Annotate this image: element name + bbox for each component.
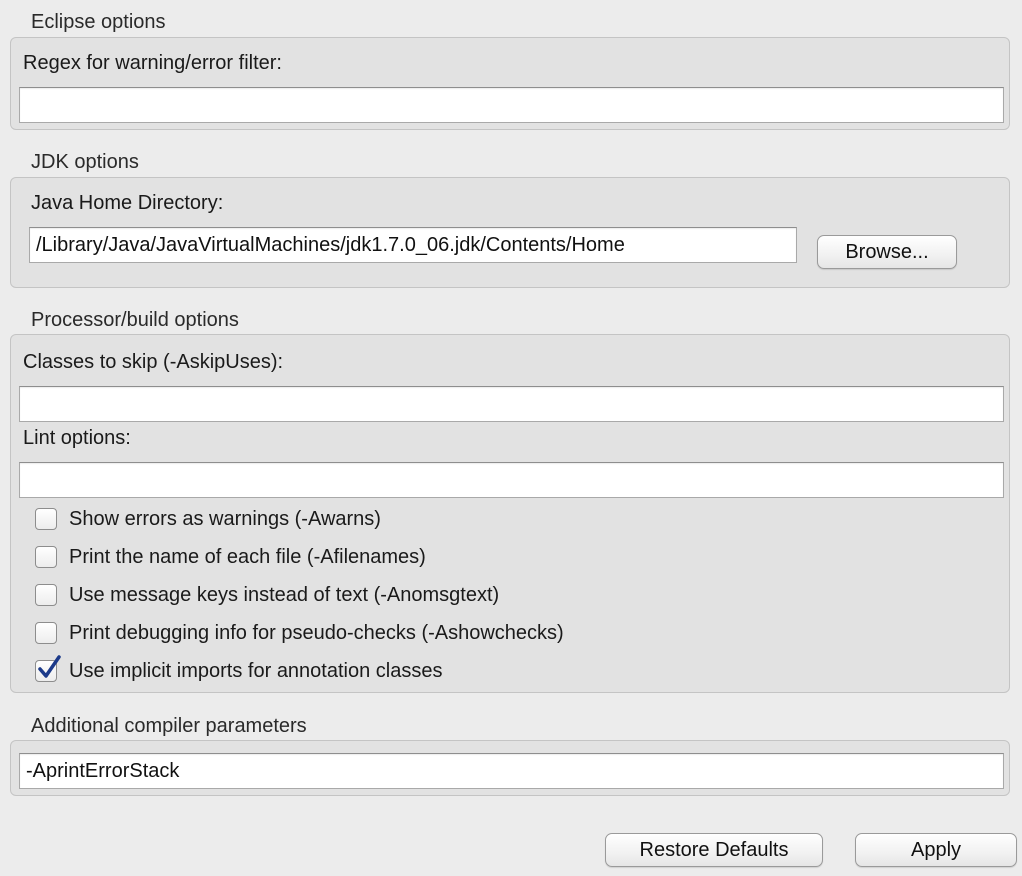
lint-options-input[interactable] [19,462,1004,498]
checkbox-afilenames[interactable] [35,546,57,568]
java-home-label: Java Home Directory: [31,192,224,214]
regex-filter-label: Regex for warning/error filter: [23,52,282,74]
checkbox-anomsgtext[interactable] [35,584,57,606]
checkmark-icon [38,655,61,678]
checkbox-row-awarns[interactable]: Show errors as warnings (-Awarns) [35,505,381,533]
eclipse-options-group: Regex for warning/error filter: [10,37,1010,130]
checkbox-row-anomsgtext[interactable]: Use message keys instead of text (-Anoms… [35,581,499,609]
checkbox-implicit-imports[interactable] [35,655,61,682]
checkbox-implicit-imports-label: Use implicit imports for annotation clas… [69,660,443,682]
restore-defaults-button[interactable]: Restore Defaults [605,833,823,867]
checkbox-row-afilenames[interactable]: Print the name of each file (-Afilenames… [35,543,426,571]
processor-options-title: Processor/build options [31,309,239,331]
java-home-input[interactable] [29,227,797,263]
checkbox-awarns[interactable] [35,508,57,530]
processor-options-group: Classes to skip (-AskipUses): Lint optio… [10,334,1010,693]
checkbox-ashowchecks[interactable] [35,622,57,644]
compiler-params-title: Additional compiler parameters [31,715,307,737]
checkbox-awarns-label: Show errors as warnings (-Awarns) [69,508,381,530]
apply-button[interactable]: Apply [855,833,1017,867]
compiler-params-group [10,740,1010,796]
checkbox-row-implicit-imports[interactable]: Use implicit imports for annotation clas… [35,655,443,685]
eclipse-options-title: Eclipse options [31,11,166,33]
browse-button[interactable]: Browse... [817,235,957,269]
checkbox-afilenames-label: Print the name of each file (-Afilenames… [69,546,426,568]
compiler-params-input[interactable] [19,753,1004,789]
checkbox-row-ashowchecks[interactable]: Print debugging info for pseudo-checks (… [35,619,564,647]
checkbox-anomsgtext-label: Use message keys instead of text (-Anoms… [69,584,500,606]
checkbox-ashowchecks-label: Print debugging info for pseudo-checks (… [69,622,564,644]
jdk-options-group: Java Home Directory: Browse... [10,177,1010,288]
classes-to-skip-label: Classes to skip (-AskipUses): [23,351,284,373]
classes-to-skip-input[interactable] [19,386,1004,422]
regex-filter-input[interactable] [19,87,1004,123]
lint-options-label: Lint options: [23,427,131,449]
jdk-options-title: JDK options [31,151,139,173]
